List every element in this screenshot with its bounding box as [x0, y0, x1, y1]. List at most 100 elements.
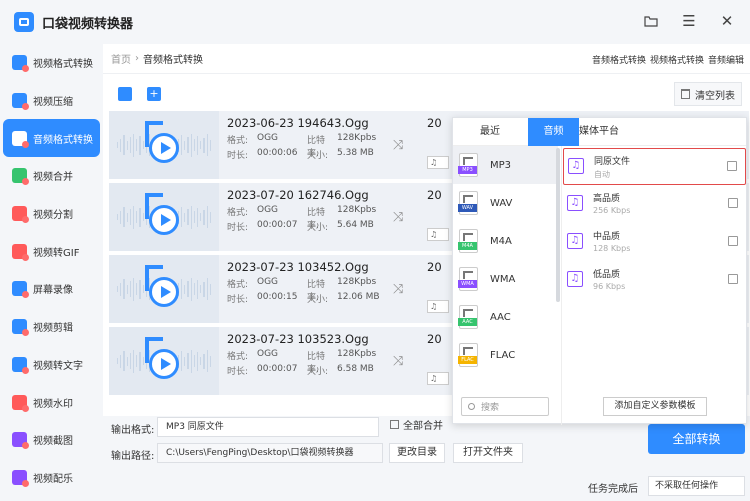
- output-format-select[interactable]: MP3 同原文件: [157, 417, 379, 437]
- quality-list: ♫ 同原文件 自动 ♫ 高品质 256 Kbps ♫ 中品质 128 Kbps ♫ 低品质 96 Kb…: [563, 148, 746, 300]
- sidebar-item-label: 视频格式转换: [33, 59, 93, 71]
- clear-list-button[interactable]: 清空列表: [674, 82, 742, 106]
- merge-all-checkbox[interactable]: 全部合并: [390, 417, 443, 432]
- quality-item[interactable]: ♫ 低品质 96 Kbps: [563, 262, 746, 299]
- edit-icon[interactable]: [728, 274, 738, 284]
- after-task-select[interactable]: 不采取任何操作: [648, 476, 745, 496]
- app-logo-icon: [14, 12, 34, 32]
- sidebar-item-label: 视频水印: [33, 398, 73, 410]
- format-item[interactable]: WAV WAV: [453, 184, 558, 222]
- quality-item[interactable]: ♫ 同原文件 自动: [563, 148, 746, 185]
- quick-link-audio[interactable]: 音频格式转换: [592, 53, 646, 66]
- edit-icon[interactable]: [727, 161, 737, 171]
- tab-recent[interactable]: 最近: [467, 118, 513, 146]
- music-note-icon: ♫: [567, 271, 583, 287]
- breadcrumb-separator: ›: [135, 53, 139, 64]
- sidebar-item[interactable]: 视频水印: [0, 383, 103, 421]
- sidebar-item[interactable]: 视频压缩: [0, 82, 103, 120]
- after-task-value: 不采取任何操作: [655, 481, 719, 491]
- format-search-input[interactable]: 搜索: [461, 397, 549, 416]
- sidebar-item[interactable]: 视频转文字: [0, 346, 103, 384]
- output-format-mini[interactable]: ♫: [427, 300, 449, 313]
- breadcrumb-home[interactable]: 首页: [111, 51, 131, 66]
- format-tag: WAV: [458, 204, 477, 212]
- format-tag: FLAC: [458, 356, 477, 364]
- format-list-scrollbar[interactable]: [556, 148, 560, 302]
- output-format-mini[interactable]: ♫: [427, 228, 449, 241]
- format-name: FLAC: [490, 349, 516, 361]
- duration-value: 00:00:07: [257, 364, 298, 374]
- add-file-icon[interactable]: [118, 87, 132, 101]
- sidebar-item-label: 视频压缩: [33, 97, 73, 109]
- format-item[interactable]: AC3AC3: [453, 374, 558, 381]
- format-name: AAC: [490, 311, 511, 323]
- sidebar-item-icon: [12, 55, 29, 73]
- open-folder-button[interactable]: 打开文件夹: [453, 443, 523, 463]
- audio-thumbnail: [109, 327, 219, 395]
- sidebar-item[interactable]: 音频格式转换: [3, 119, 100, 158]
- sidebar-item-label: 视频配乐: [33, 473, 73, 485]
- quality-bitrate: 自动: [594, 170, 610, 179]
- duration-value: 00:00:06: [257, 148, 298, 158]
- size-label: 大小:: [307, 295, 329, 305]
- format-popup: 最近 音频 媒体平台 MP3 MP3 WAV WAV M4A M4A WMA WMA AAC AA…: [452, 117, 747, 425]
- change-directory-button[interactable]: 更改目录: [389, 443, 445, 463]
- play-icon[interactable]: [149, 205, 179, 235]
- sidebar-item[interactable]: 视频配乐: [0, 459, 103, 497]
- sidebar-item[interactable]: 视频截图: [0, 421, 103, 459]
- quick-links: 音频格式转换 视频格式转换 音频编辑: [592, 53, 744, 66]
- quality-name: 低品质: [593, 270, 621, 280]
- music-note-icon: ♫: [568, 158, 584, 174]
- size-value: 12.06 MB: [337, 292, 380, 302]
- edit-icon[interactable]: [728, 198, 738, 208]
- file-name: 2023-07-23 103523.Ogg: [227, 332, 369, 346]
- output-format-mini[interactable]: ♫: [427, 156, 449, 169]
- sidebar-item[interactable]: 视频转GIF: [0, 232, 103, 270]
- folder-icon[interactable]: [642, 12, 660, 30]
- tab-media-platform[interactable]: 媒体平台: [579, 118, 619, 146]
- edit-icon[interactable]: [728, 236, 738, 246]
- audio-file-icon: AAC: [458, 305, 478, 329]
- play-icon[interactable]: [149, 349, 179, 379]
- format-item[interactable]: M4A M4A: [453, 222, 558, 260]
- quality-item[interactable]: ♫ 中品质 128 Kbps: [563, 224, 746, 261]
- output-name: 20: [427, 332, 442, 346]
- quick-link-video[interactable]: 视频格式转换: [650, 53, 704, 66]
- audio-file-icon: WMA: [458, 267, 478, 291]
- sidebar-item[interactable]: 视频格式转换: [0, 44, 103, 82]
- sidebar-item[interactable]: 屏幕录像: [0, 270, 103, 308]
- format-tag: M4A: [458, 242, 477, 250]
- format-name: M4A: [490, 235, 512, 247]
- output-path-field[interactable]: C:\Users\FengPing\Desktop\口袋视频转换器: [157, 443, 383, 463]
- breadcrumb-current: 音频格式转换: [143, 55, 203, 66]
- tab-audio[interactable]: 音频: [528, 118, 579, 146]
- play-icon[interactable]: [149, 277, 179, 307]
- add-custom-template-button[interactable]: 添加自定义参数模板: [603, 397, 707, 416]
- quality-bitrate: 96 Kbps: [593, 282, 626, 291]
- sidebar-item-label: 音频格式转换: [33, 134, 93, 146]
- menu-icon[interactable]: ☰: [680, 12, 698, 30]
- sidebar-item-icon: [12, 356, 29, 374]
- status-label: 任务完成后: [588, 484, 638, 495]
- sidebar-item[interactable]: 视频分割: [0, 195, 103, 233]
- format-item[interactable]: WMA WMA: [453, 260, 558, 298]
- sidebar-item[interactable]: 视频合并: [0, 157, 103, 195]
- format-item[interactable]: MP3 MP3: [453, 146, 558, 184]
- sidebar-item[interactable]: 视频剪辑: [0, 308, 103, 346]
- format-item[interactable]: AAC AAC: [453, 298, 558, 336]
- sidebar-item-label: 视频转文字: [33, 360, 83, 372]
- quality-item[interactable]: ♫ 高品质 256 Kbps: [563, 186, 746, 223]
- duration-label: 时长:: [227, 151, 249, 161]
- play-icon[interactable]: [149, 133, 179, 163]
- output-format-mini[interactable]: ♫: [427, 372, 449, 385]
- sidebar: 视频格式转换 视频压缩音频格式转换视频合并 视频分割 视频转GIF 屏幕录像 视频剪辑视频…: [0, 44, 103, 501]
- duration-label: 时长:: [227, 223, 249, 233]
- add-folder-icon[interactable]: +: [147, 87, 161, 101]
- output-path-label: 输出路径:: [111, 451, 155, 462]
- close-icon[interactable]: ✕: [718, 12, 736, 30]
- format-item[interactable]: FLAC FLAC: [453, 336, 558, 374]
- file-name: 2023-06-23 194643.Ogg: [227, 116, 369, 130]
- convert-all-button[interactable]: 全部转换: [648, 424, 745, 454]
- quick-link-edit[interactable]: 音频编辑: [708, 53, 744, 66]
- sidebar-item-icon: [12, 394, 29, 412]
